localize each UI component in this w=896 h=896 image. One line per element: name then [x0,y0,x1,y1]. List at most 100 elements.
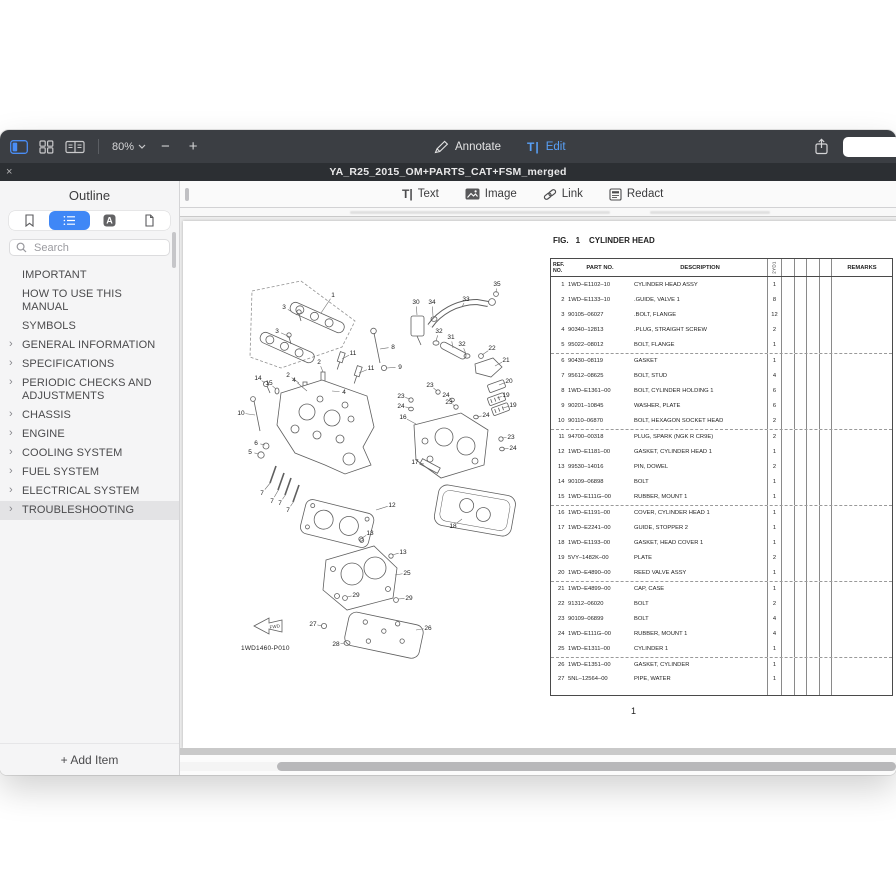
callout-number: 21 [502,357,510,364]
sidebar-item-troubleshooting[interactable]: ›TROUBLESHOOTING [0,501,179,520]
zoom-level-dropdown[interactable]: 80% [112,141,146,153]
chevron-right-icon[interactable]: › [9,484,13,497]
edit-tool-redact[interactable]: Redact [609,188,663,201]
toolbar-search-field[interactable] [843,137,896,157]
sidebar-item-general-information[interactable]: ›GENERAL INFORMATION [0,336,179,355]
callout-number: 8 [391,344,395,351]
tab-pages[interactable] [130,211,170,230]
cell-empty [819,444,832,459]
chevron-right-icon[interactable]: › [9,357,13,370]
document-tab-title[interactable]: YA_R25_2015_OM+PARTS_CAT+FSM_merged [329,166,566,178]
cell-empty [794,474,807,489]
sidebar-item-electrical-system[interactable]: ›ELECTRICAL SYSTEM [0,482,179,501]
exploded-diagram: FWD 133353034338323132222111119224414151… [225,269,545,659]
cell-empty [794,535,807,550]
cell-ref-no: 3 [551,307,567,322]
chevron-right-icon[interactable]: › [9,376,13,389]
close-tab-button[interactable]: × [6,164,12,180]
cell-empty [819,354,832,368]
cell-empty [819,626,832,641]
cell-empty [781,292,794,307]
sidebar-item-how-to-use-this-manual[interactable]: HOW TO USE THIS MANUAL [0,285,179,317]
sidebar-item-label: SPECIFICATIONS [22,358,114,370]
cell-description: .BOLT, FLANGE [633,307,767,322]
edit-tool-text[interactable]: T| Text [402,187,439,201]
sidebar-search[interactable] [9,239,170,256]
cell-empty [806,354,819,368]
cell-empty [819,430,832,444]
sidebar-item-cooling-system[interactable]: ›COOLING SYSTEM [0,444,179,463]
cell-description: BOLT, FLANGE [633,338,767,353]
edit-tool-image[interactable]: Image [465,188,517,200]
share-icon [814,138,829,155]
cell-description: BOLT [633,474,767,489]
table-row: 2291312–06020BOLT2 [551,596,892,611]
callout-number: 24 [482,412,490,419]
cell-quantity: 1 [767,520,781,535]
cell-empty [781,535,794,550]
table-row: 11WD–E1102–10CYLINDER HEAD ASSY1 [551,277,892,292]
cell-empty [781,444,794,459]
add-item-button[interactable]: + Add Item [0,743,179,775]
parts-table: REF. NO. PART NO. DESCRIPTION 2YD1 REMAR… [550,258,893,696]
callout-number: 27 [309,621,317,628]
cell-empty [819,566,832,581]
edit-tool-link[interactable]: Link [543,188,583,201]
cell-part-no: 1WD–E1193–00 [567,535,633,550]
fig-number: 1 [576,236,580,245]
tab-annotations[interactable]: A [90,211,130,230]
sidebar-search-input[interactable] [32,241,152,255]
two-page-view-icon[interactable] [65,140,85,154]
tab-bookmarks[interactable] [9,211,49,230]
callout-number: 20 [505,378,513,385]
chevron-right-icon[interactable]: › [9,338,13,351]
callout-number: 32 [458,341,466,348]
cell-quantity: 12 [767,307,781,322]
text-edit-icon: T| [527,140,540,154]
sidebar-item-important[interactable]: IMPORTANT [0,266,179,285]
cell-empty [794,490,807,505]
callout-number: 32 [435,328,443,335]
cell-remarks [831,658,892,672]
sidebar-item-label: FUEL SYSTEM [22,466,99,478]
sidebar-item-chassis[interactable]: ›CHASSIS [0,406,179,425]
chevron-right-icon[interactable]: › [9,427,13,440]
sidebar-item-periodic-checks-and-adjustments[interactable]: › PERIODIC CHECKS AND ADJUSTMENTS [0,374,179,406]
sidebar-scrollbar-thumb[interactable] [172,232,176,268]
zoom-out-button[interactable]: − [157,139,174,154]
table-row: 275NL–12564–00PIPE, WATER1 [551,672,892,687]
cell-remarks [831,582,892,596]
cell-part-no: 90109–06899 [567,611,633,626]
callout-leader-line [398,598,405,599]
cell-empty [794,338,807,353]
chevron-right-icon[interactable]: › [9,408,13,421]
panel-resize-handle[interactable] [185,188,189,201]
cell-quantity: 1 [767,658,781,672]
cell-ref-no: 12 [551,444,567,459]
cell-empty [819,399,832,414]
chevron-right-icon[interactable]: › [9,503,13,516]
callout-number: 22 [488,345,496,352]
chevron-right-icon[interactable]: › [9,446,13,459]
cell-part-no: 90109–06898 [567,474,633,489]
annotate-button[interactable]: Annotate [434,140,501,154]
sidebar-item-fuel-system[interactable]: › FUEL SYSTEM [0,463,179,482]
cell-part-no: 1WD–E1133–10 [567,292,633,307]
sidebar-item-specifications[interactable]: › SPECIFICATIONS [0,355,179,374]
sidebar-toggle-icon[interactable] [10,140,28,154]
sidebar-item-label: PERIODIC CHECKS AND ADJUSTMENTS [22,377,152,402]
tab-outline[interactable] [49,211,89,230]
callout-number: 24 [442,392,450,399]
cell-empty [806,566,819,581]
horizontal-scrollbar-thumb[interactable] [277,762,896,771]
thumbnail-grid-icon[interactable] [39,140,54,154]
zoom-in-button[interactable]: + [185,139,202,154]
callout-number: 30 [412,299,420,306]
table-row: 161WD–E1191–00COVER, CYLINDER HEAD 11 [551,505,892,520]
share-button[interactable] [814,138,829,155]
edit-button[interactable]: T| Edit [527,140,566,154]
chevron-right-icon[interactable]: › [9,465,13,478]
cell-quantity: 1 [767,506,781,520]
sidebar-item-symbols[interactable]: SYMBOLS [0,317,179,336]
sidebar-item-engine[interactable]: ›ENGINE [0,425,179,444]
